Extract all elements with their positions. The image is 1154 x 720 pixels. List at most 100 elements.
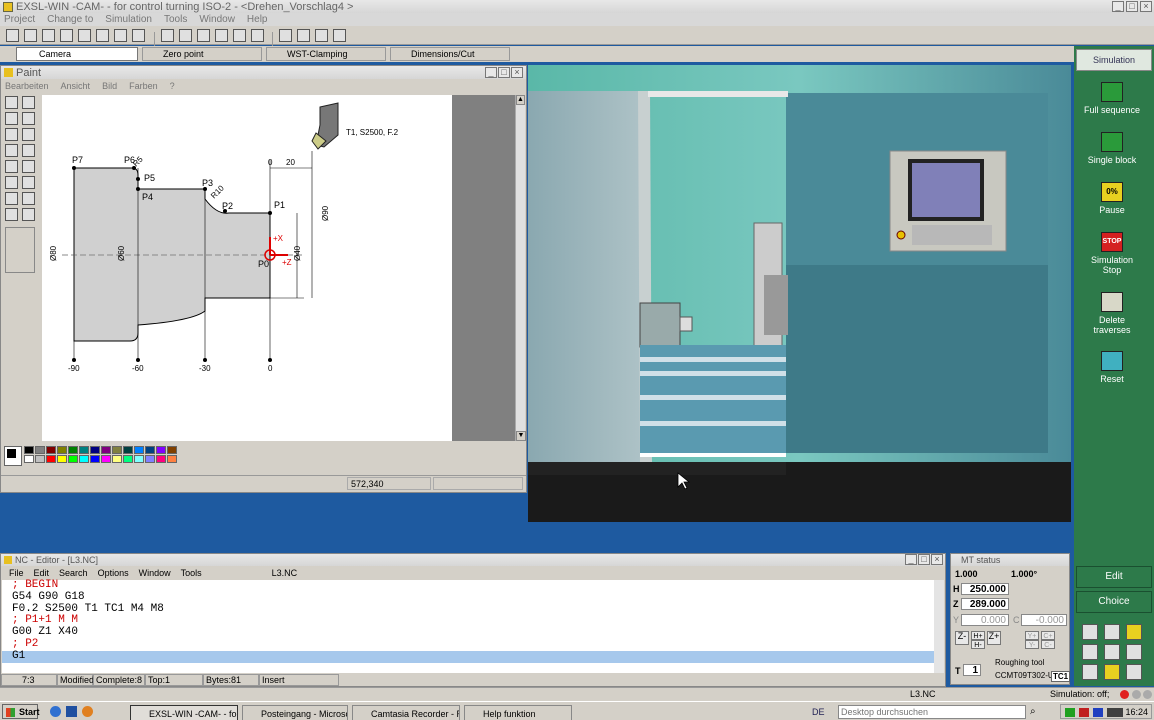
paint-vscrollbar[interactable]: ▲ ▼	[515, 95, 526, 441]
editor-menu-file[interactable]: File	[9, 568, 24, 578]
menu-simulation[interactable]: Simulation	[105, 14, 152, 25]
editor-maximize-icon[interactable]: □	[918, 554, 930, 565]
palette-swatch-17[interactable]	[57, 455, 67, 463]
tab-zero-point[interactable]: Zero point	[142, 47, 262, 61]
help-icon[interactable]	[333, 29, 347, 42]
jog-y-minus-button[interactable]: Y-	[1025, 640, 1039, 649]
window-4-icon[interactable]	[214, 29, 228, 42]
window-6-icon[interactable]	[250, 29, 264, 42]
reset-button[interactable]: Reset	[1074, 351, 1150, 384]
palette-swatch-13[interactable]	[167, 446, 177, 454]
delete-traverses-button[interactable]: Delete traverses	[1074, 292, 1150, 335]
measure-icon[interactable]	[279, 29, 292, 42]
fill-icon[interactable]	[22, 112, 35, 125]
palette-swatch-4[interactable]	[68, 446, 78, 454]
editor-close-icon[interactable]: ×	[931, 554, 943, 565]
menu-tools[interactable]: Tools	[164, 14, 187, 25]
menu-project[interactable]: Project	[4, 14, 35, 25]
paint-menu-bearbeiten[interactable]: Bearbeiten	[5, 81, 49, 91]
taskbar-item-help[interactable]: Help funktion	[464, 705, 572, 720]
close-icon[interactable]: ×	[1140, 1, 1152, 12]
magnifier-icon[interactable]	[22, 128, 35, 141]
palette-swatch-21[interactable]	[101, 455, 111, 463]
paint-menu-farben[interactable]: Farben	[129, 81, 158, 91]
full-sequence-button[interactable]: Full sequence	[1074, 82, 1150, 115]
editor-menu-tools[interactable]: Tools	[181, 568, 202, 578]
cut-icon[interactable]	[78, 29, 92, 42]
palette-swatch-10[interactable]	[134, 446, 144, 454]
layout-2-icon[interactable]	[1104, 664, 1120, 680]
menu-change-to[interactable]: Change to	[47, 14, 93, 25]
palette-swatch-0[interactable]	[24, 446, 34, 454]
simulation-3d-view[interactable]	[528, 65, 1071, 522]
menu-help[interactable]: Help	[247, 14, 268, 25]
eraser-icon[interactable]	[5, 112, 18, 125]
paint-menu-help[interactable]: ?	[170, 81, 175, 91]
choice-button[interactable]: Choice	[1076, 591, 1152, 613]
palette-swatch-7[interactable]	[101, 446, 111, 454]
palette-swatch-27[interactable]	[167, 455, 177, 463]
menu-window[interactable]: Window	[199, 14, 235, 25]
c-value-field[interactable]: -0.000	[1021, 614, 1067, 626]
palette-swatch-20[interactable]	[90, 455, 100, 463]
layout-1-icon[interactable]	[1082, 664, 1098, 680]
palette-swatch-12[interactable]	[156, 446, 166, 454]
current-colors[interactable]	[4, 446, 22, 466]
jog-h-minus-button[interactable]: H-	[971, 640, 985, 649]
palette-swatch-18[interactable]	[68, 455, 78, 463]
select-free-icon[interactable]	[5, 96, 18, 109]
minimize-icon[interactable]: _	[1112, 1, 1124, 12]
window-5-icon[interactable]	[232, 29, 246, 42]
paint-canvas[interactable]: P7 P6 R5 P5 P4 P3 R10 P2 P1 P0 T1, S2500…	[42, 95, 452, 441]
view-iso-icon[interactable]	[1104, 624, 1120, 640]
tool-options-box[interactable]	[5, 227, 35, 273]
text-icon[interactable]	[22, 160, 35, 173]
zoom-in-icon[interactable]	[1082, 644, 1098, 660]
zoom-icon[interactable]	[297, 29, 311, 42]
simulation-stop-button[interactable]: STOP Simulation Stop	[1074, 232, 1150, 275]
editor-vscrollbar[interactable]	[934, 580, 944, 673]
view-side-icon[interactable]	[1126, 624, 1142, 640]
new-icon[interactable]	[6, 29, 19, 42]
paint-maximize-icon[interactable]: □	[498, 67, 510, 78]
zoom-fit-icon[interactable]	[1104, 644, 1120, 660]
palette-swatch-11[interactable]	[145, 446, 155, 454]
taskbar-item-posteingang[interactable]: Posteingang - Microsoft ...	[242, 705, 348, 720]
polygon-icon[interactable]	[22, 192, 35, 205]
curve-icon[interactable]	[22, 176, 35, 189]
editor-menu-window[interactable]: Window	[139, 568, 171, 578]
jog-c-plus-button[interactable]: C+	[1041, 631, 1055, 640]
quicklaunch-outlook-icon[interactable]	[66, 706, 77, 717]
window-3-icon[interactable]	[196, 29, 210, 42]
tool-number-field[interactable]: 1	[963, 664, 981, 676]
editor-menu-options[interactable]: Options	[98, 568, 129, 578]
h-value-field[interactable]: 250.000	[961, 583, 1009, 595]
save-icon[interactable]	[24, 29, 38, 42]
tab-camera[interactable]: Camera	[16, 47, 138, 61]
edit-button[interactable]: Edit	[1076, 566, 1152, 588]
paint-menu-bild[interactable]: Bild	[102, 81, 117, 91]
camera-icon[interactable]	[96, 29, 110, 42]
quicklaunch-firefox-icon[interactable]	[82, 706, 93, 717]
palette-swatch-25[interactable]	[145, 455, 155, 463]
pause-button[interactable]: 0% Pause	[1074, 182, 1150, 215]
paint-close-icon[interactable]: ×	[511, 67, 523, 78]
search-icon[interactable]: ⌕	[1030, 706, 1036, 717]
taskbar-item-exsl[interactable]: EXSL-WIN -CAM- - for ...	[130, 705, 238, 720]
rectangle-icon[interactable]	[5, 192, 18, 205]
y-value-field[interactable]: 0.000	[961, 614, 1009, 626]
editor-file-tab[interactable]: L3.NC	[272, 568, 298, 578]
palette-swatch-22[interactable]	[112, 455, 122, 463]
language-indicator[interactable]: DE	[812, 707, 825, 717]
paint-minimize-icon[interactable]: _	[485, 67, 497, 78]
palette-swatch-19[interactable]	[79, 455, 89, 463]
start-button[interactable]: Start	[2, 704, 40, 719]
print-icon[interactable]	[42, 29, 56, 42]
palette-swatch-3[interactable]	[57, 446, 67, 454]
editor-minimize-icon[interactable]: _	[905, 554, 917, 565]
desktop-search-input[interactable]	[838, 705, 1026, 719]
jog-y-plus-button[interactable]: Y+	[1025, 631, 1039, 640]
maximize-icon[interactable]: □	[1126, 1, 1138, 12]
palette-swatch-23[interactable]	[123, 455, 133, 463]
view-front-icon[interactable]	[1082, 624, 1098, 640]
